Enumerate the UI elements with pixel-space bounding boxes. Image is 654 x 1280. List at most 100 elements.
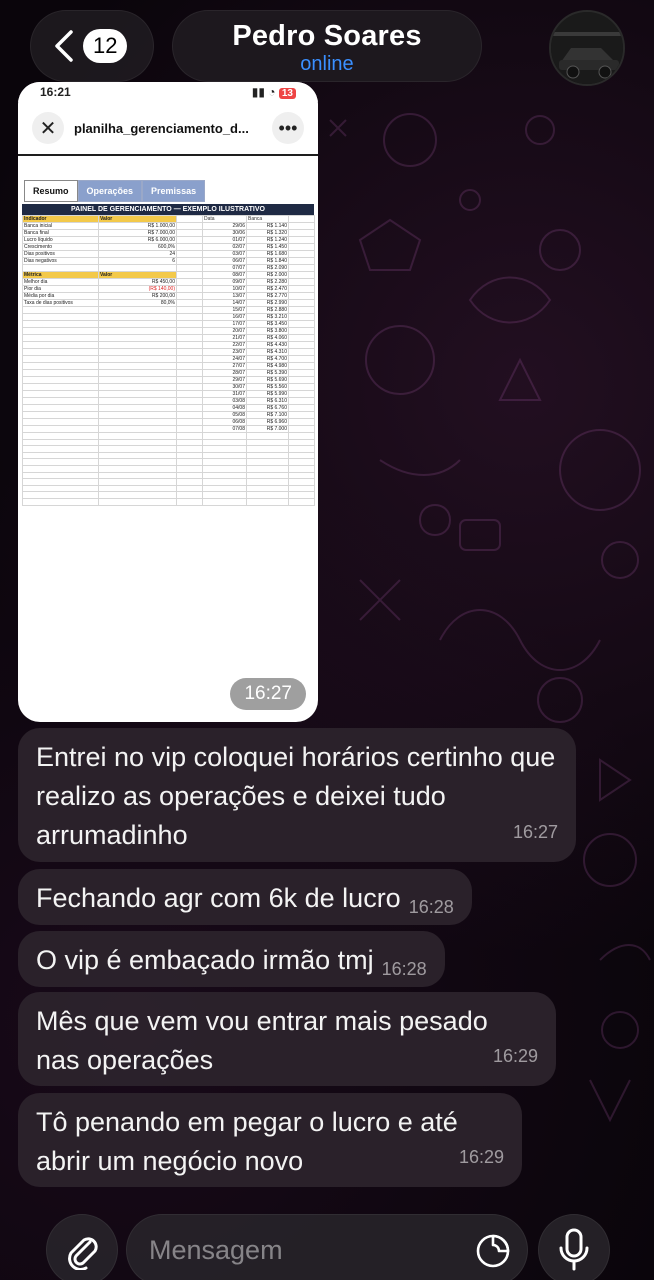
sheet-cell bbox=[176, 292, 203, 300]
sheet-cell: Métrica bbox=[22, 271, 99, 279]
message-bubble[interactable]: Tô penando em pegar o lucro e até abrir … bbox=[18, 1093, 522, 1187]
sheet-cell: (R$ 140,00) bbox=[98, 285, 177, 293]
sheet-row: 17/07 R$ 3.450 bbox=[22, 320, 315, 328]
sheet-row: 31/07 R$ 5.990 bbox=[22, 390, 315, 398]
car-photo-icon bbox=[551, 12, 623, 84]
sheet-row: 15/07 R$ 2.880 bbox=[22, 306, 315, 314]
sheet-cell bbox=[288, 299, 315, 307]
sheet-cell: 600,0% bbox=[98, 243, 177, 251]
sheet-cell bbox=[202, 484, 247, 493]
sheet-cell bbox=[176, 383, 203, 391]
sheet-cell bbox=[176, 418, 203, 426]
sheet-cell bbox=[176, 278, 203, 286]
sheet-cell: Data bbox=[202, 215, 247, 223]
avatar[interactable] bbox=[549, 10, 625, 86]
sheet-cell bbox=[288, 425, 315, 433]
sheet-cell bbox=[22, 484, 99, 493]
microphone-button[interactable] bbox=[538, 1214, 610, 1280]
sheet-cell bbox=[202, 451, 247, 460]
sheet-cell: R$ 4.430 bbox=[246, 341, 289, 349]
sheet-cell bbox=[22, 478, 99, 486]
sheet-cell: 27/07 bbox=[202, 362, 247, 370]
sheet-cell: 09/07 bbox=[202, 278, 247, 286]
sticker-icon[interactable] bbox=[475, 1233, 511, 1269]
sheet-row: Taxa de dias positivos 80,0% 14/07 R$ 2.990 bbox=[22, 299, 315, 307]
sheet-row bbox=[22, 458, 315, 466]
sheet-cell: 20/07 bbox=[202, 327, 247, 335]
sheet-cell bbox=[288, 222, 315, 230]
sheet-tab: Operações bbox=[77, 180, 143, 202]
message-input[interactable] bbox=[149, 1234, 449, 1266]
sheet-cell bbox=[288, 404, 315, 412]
attach-button[interactable] bbox=[46, 1214, 118, 1280]
sheet-row: 05/08 R$ 7.100 bbox=[22, 411, 315, 419]
sheet-cell: 07/08 bbox=[202, 425, 247, 433]
sheet-cell bbox=[202, 432, 247, 440]
sheet-cell bbox=[288, 327, 315, 335]
sheet-cell bbox=[98, 383, 177, 391]
sheet-cell: 03/07 bbox=[202, 250, 247, 258]
sheet-cell bbox=[98, 369, 177, 377]
sheet-row: 21/07 R$ 4.060 bbox=[22, 334, 315, 342]
message-bubble[interactable]: Entrei no vip coloquei horários certinho… bbox=[18, 728, 576, 862]
message-text: Fechando agr com 6k de lucro bbox=[36, 883, 401, 913]
sheet-cell bbox=[246, 438, 289, 447]
sheet-cell: R$ 4.980 bbox=[246, 362, 289, 370]
sheet-cell bbox=[98, 445, 177, 453]
sheet-cell bbox=[288, 464, 315, 473]
sheet-row: Dias positivos 24 03/07 R$ 1.680 bbox=[22, 250, 315, 258]
sheet-cell bbox=[288, 432, 315, 440]
sheet-cell bbox=[288, 491, 315, 499]
sheet-cell bbox=[176, 432, 203, 440]
sheet-cell: Indicador bbox=[22, 215, 99, 223]
sheet-cell: 10/07 bbox=[202, 285, 247, 293]
more-options-icon: ••• bbox=[272, 112, 304, 144]
sheet-cell: Banca inicial bbox=[22, 222, 99, 230]
sheet-cell bbox=[176, 497, 203, 506]
sheet-cell bbox=[176, 458, 203, 466]
microphone-icon bbox=[559, 1228, 589, 1271]
sheet-cell: Dias positivos bbox=[22, 250, 99, 258]
sheet-cell bbox=[98, 341, 177, 349]
sheet-cell: R$ 4.310 bbox=[246, 348, 289, 356]
sheet-cell: R$ 1.450 bbox=[246, 243, 289, 251]
sheet-row bbox=[22, 478, 315, 486]
sheet-tab: Resumo bbox=[24, 180, 78, 202]
image-message[interactable]: 16:21 ▮▮ ◔ 13 ✕ planilha_gerenciamento_d… bbox=[18, 82, 318, 722]
sheet-title: PAINEL DE GERENCIAMENTO — EXEMPLO ILUSTR… bbox=[22, 204, 314, 215]
sheet-cell bbox=[288, 451, 315, 460]
sheet-cell: Pior dia bbox=[22, 285, 99, 293]
sheet-cell: 06/08 bbox=[202, 418, 247, 426]
contact-info[interactable]: Pedro Soares online bbox=[172, 10, 482, 82]
sheet-cell bbox=[176, 491, 203, 499]
sheet-cell bbox=[176, 376, 203, 384]
message-bubble[interactable]: Fechando agr com 6k de lucro 16:28 bbox=[18, 869, 472, 925]
sheet-cell bbox=[176, 271, 203, 279]
sheet-cell bbox=[22, 362, 99, 370]
sheet-cell: 07/07 bbox=[202, 264, 247, 272]
sheet-row bbox=[22, 445, 315, 453]
sheet-cell: R$ 5.560 bbox=[246, 383, 289, 391]
message-bubble[interactable]: Mês que vem vou entrar mais pesado nas o… bbox=[18, 992, 556, 1086]
sheet-cell bbox=[288, 306, 315, 314]
sheet-row: 03/08 R$ 6.310 bbox=[22, 397, 315, 405]
sheet-cell: Banca final bbox=[22, 229, 99, 237]
sheet-cell: R$ 7.000,00 bbox=[98, 229, 177, 237]
sheet-cell bbox=[202, 478, 247, 486]
back-button[interactable]: 12 bbox=[30, 10, 154, 82]
sheet-cell bbox=[176, 425, 203, 433]
sheet-cell bbox=[288, 320, 315, 328]
sheet-cell bbox=[98, 451, 177, 460]
sheet-cell: R$ 4.700 bbox=[246, 355, 289, 363]
sheet-cell bbox=[176, 484, 203, 493]
sheet-cell bbox=[246, 478, 289, 486]
sheet-row: 07/08 R$ 7.000 bbox=[22, 425, 315, 433]
sheet-cell bbox=[176, 320, 203, 328]
sheet-cell bbox=[288, 285, 315, 293]
sheet-cell: R$ 2.000 bbox=[246, 271, 289, 279]
sheet-cell bbox=[22, 341, 99, 349]
message-bubble[interactable]: O vip é embaçado irmão tmj 16:28 bbox=[18, 931, 445, 987]
sheet-cell: R$ 3.800 bbox=[246, 327, 289, 335]
sheet-cell bbox=[288, 215, 315, 223]
message-input-wrapper bbox=[126, 1214, 528, 1280]
